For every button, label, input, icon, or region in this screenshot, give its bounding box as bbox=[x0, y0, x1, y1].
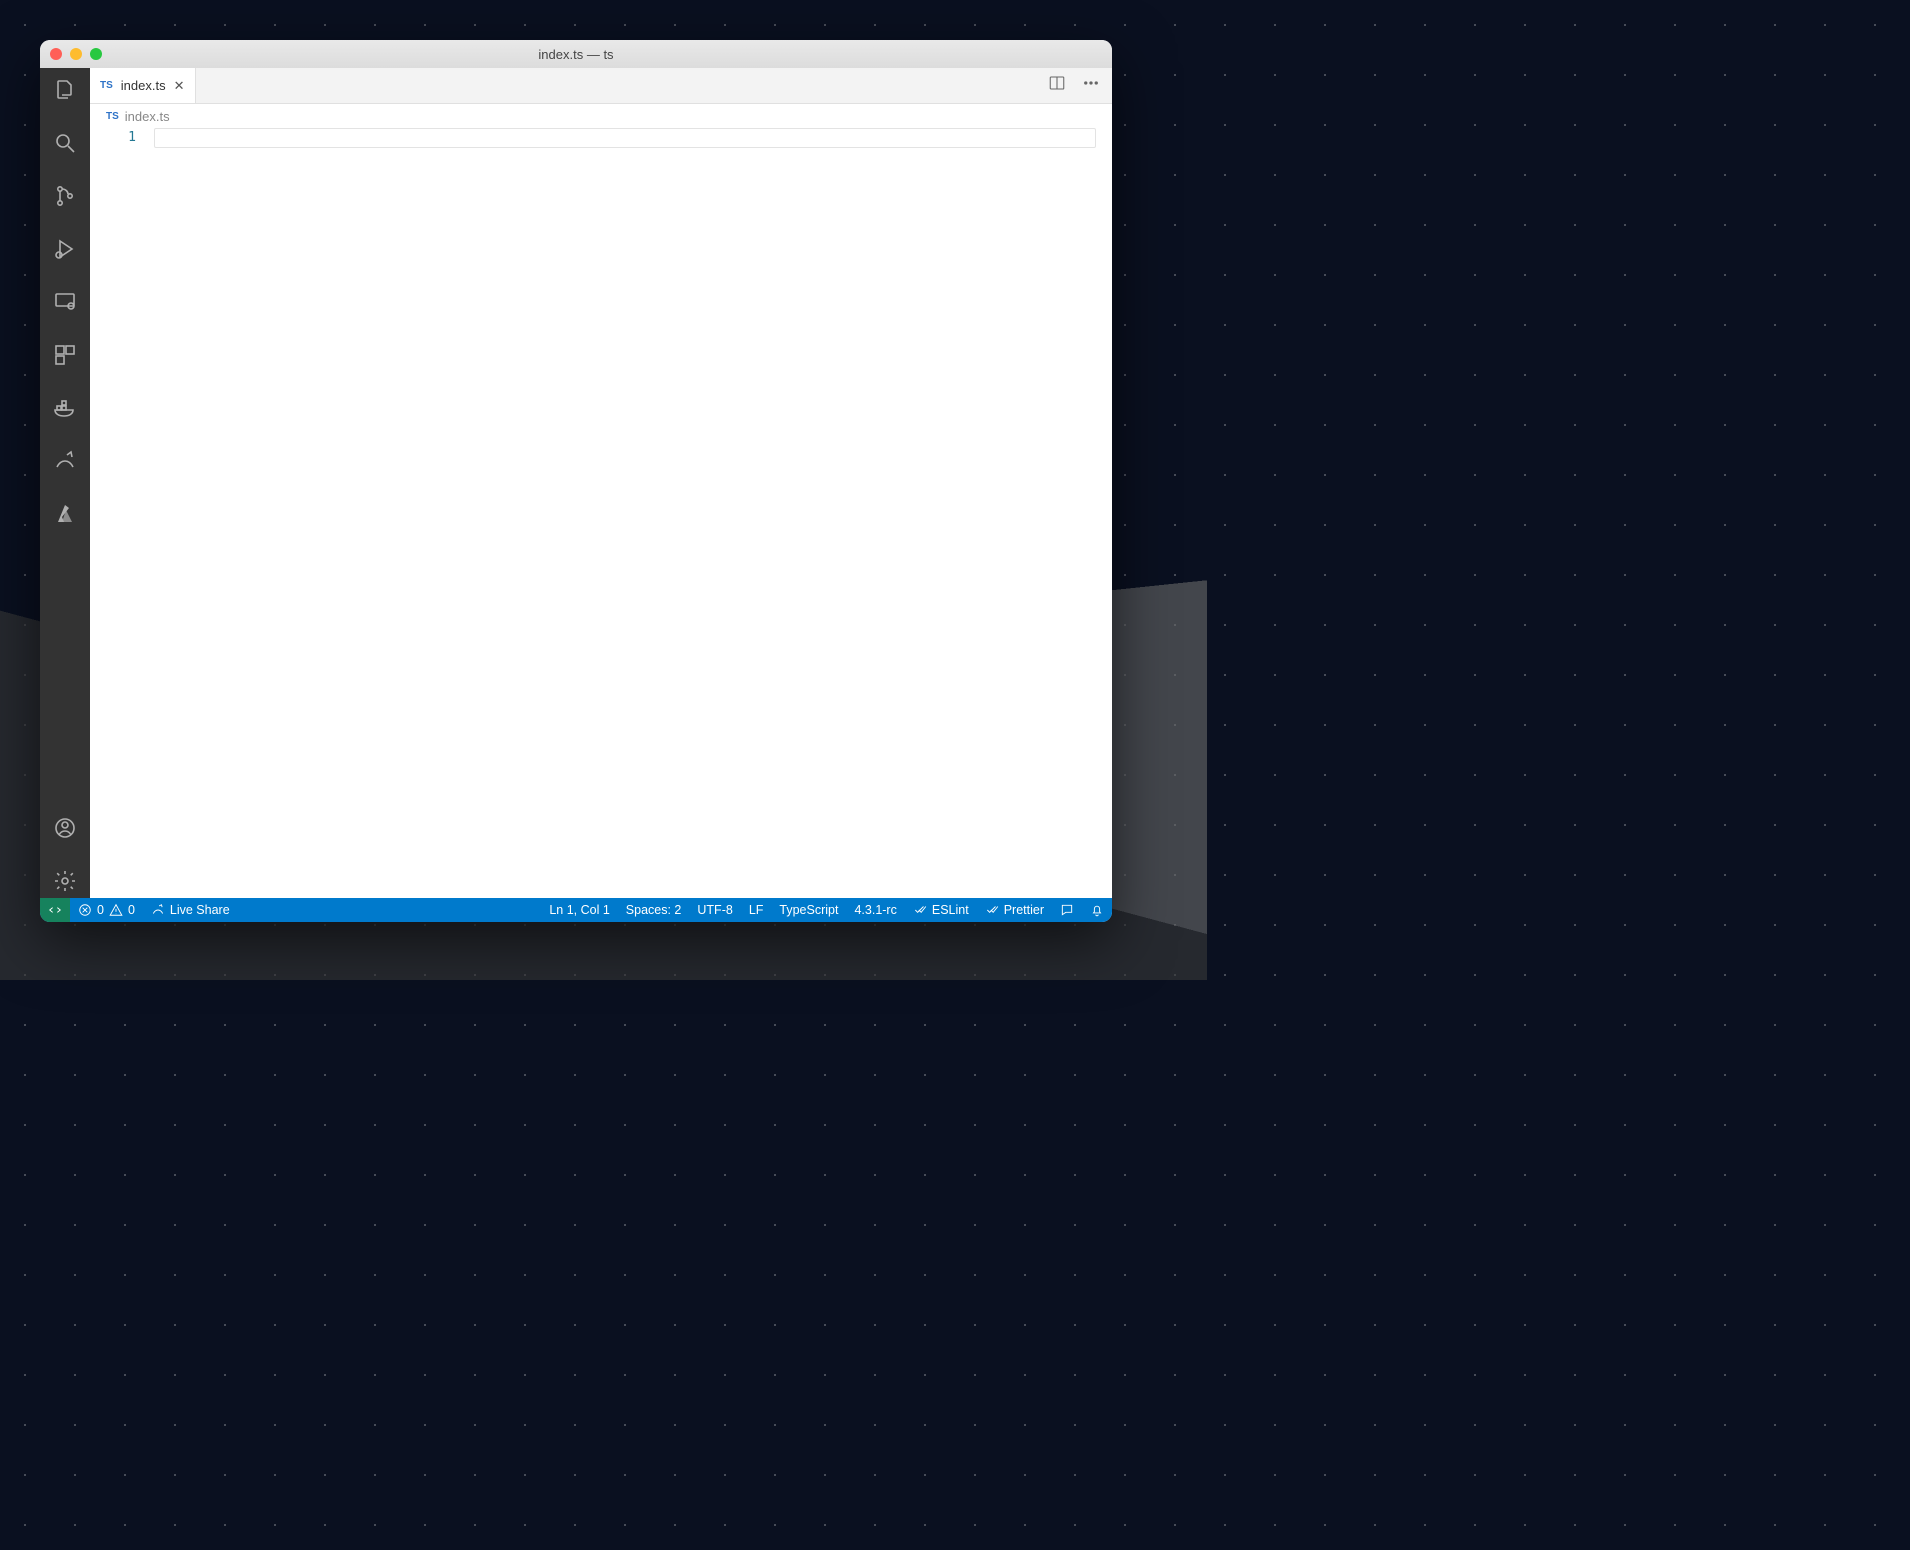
azure-icon[interactable] bbox=[53, 502, 77, 531]
text-editor[interactable]: 1 bbox=[90, 128, 1112, 898]
titlebar[interactable]: index.ts — ts bbox=[40, 40, 1112, 68]
explorer-icon[interactable] bbox=[53, 78, 77, 107]
prettier-status[interactable]: Prettier bbox=[977, 898, 1052, 922]
tab-actions bbox=[1048, 68, 1112, 103]
language-mode[interactable]: TypeScript bbox=[771, 898, 846, 922]
accounts-icon[interactable] bbox=[53, 816, 77, 845]
current-line-highlight bbox=[154, 128, 1096, 148]
encoding-status[interactable]: UTF-8 bbox=[689, 898, 740, 922]
remote-indicator[interactable] bbox=[40, 898, 70, 922]
remote-explorer-icon[interactable] bbox=[53, 290, 77, 319]
notifications-bell-icon[interactable] bbox=[1082, 898, 1112, 922]
problems-indicator[interactable]: 0 0 bbox=[70, 898, 143, 922]
checkmark-icon bbox=[913, 903, 927, 917]
eol-status[interactable]: LF bbox=[741, 898, 772, 922]
extensions-icon[interactable] bbox=[53, 343, 77, 372]
vscode-window: index.ts — ts bbox=[40, 40, 1112, 922]
workbench: TS index.ts ✕ TS index.ts bbox=[40, 68, 1112, 898]
docker-icon[interactable] bbox=[53, 396, 77, 425]
typescript-file-icon: TS bbox=[106, 111, 119, 122]
indentation-status[interactable]: Spaces: 2 bbox=[618, 898, 690, 922]
line-number: 1 bbox=[90, 128, 136, 148]
warning-icon bbox=[109, 903, 123, 917]
status-bar: 0 0 Live Share Ln 1, Col 1 Spaces: 2 UTF… bbox=[40, 898, 1112, 922]
split-editor-icon[interactable] bbox=[1048, 74, 1066, 97]
activity-bar bbox=[40, 68, 90, 898]
tab-bar: TS index.ts ✕ bbox=[90, 68, 1112, 104]
typescript-file-icon: TS bbox=[100, 80, 113, 91]
source-control-icon[interactable] bbox=[53, 184, 77, 213]
search-icon[interactable] bbox=[53, 131, 77, 160]
live-share-status[interactable]: Live Share bbox=[143, 898, 238, 922]
breadcrumb[interactable]: TS index.ts bbox=[90, 104, 1112, 128]
error-count: 0 bbox=[97, 903, 104, 917]
window-controls bbox=[50, 48, 102, 60]
editor-area: TS index.ts ✕ TS index.ts bbox=[90, 68, 1112, 898]
more-actions-icon[interactable] bbox=[1082, 74, 1100, 97]
typescript-version[interactable]: 4.3.1-rc bbox=[846, 898, 904, 922]
live-share-icon[interactable] bbox=[53, 449, 77, 478]
maximize-window-button[interactable] bbox=[90, 48, 102, 60]
close-tab-icon[interactable]: ✕ bbox=[174, 78, 185, 94]
settings-gear-icon[interactable] bbox=[53, 869, 77, 898]
tab-label: index.ts bbox=[121, 78, 166, 93]
eslint-status[interactable]: ESLint bbox=[905, 898, 977, 922]
code-content[interactable] bbox=[154, 128, 1112, 898]
cursor-position[interactable]: Ln 1, Col 1 bbox=[541, 898, 617, 922]
close-window-button[interactable] bbox=[50, 48, 62, 60]
window-title: index.ts — ts bbox=[40, 47, 1112, 62]
run-debug-icon[interactable] bbox=[53, 237, 77, 266]
line-number-gutter: 1 bbox=[90, 128, 154, 898]
error-icon bbox=[78, 903, 92, 917]
checkmark-icon bbox=[985, 903, 999, 917]
live-share-icon bbox=[151, 903, 165, 917]
feedback-icon[interactable] bbox=[1052, 898, 1082, 922]
minimize-window-button[interactable] bbox=[70, 48, 82, 60]
tab-index-ts[interactable]: TS index.ts ✕ bbox=[90, 68, 196, 103]
warning-count: 0 bbox=[128, 903, 135, 917]
breadcrumb-filename: index.ts bbox=[125, 109, 170, 124]
